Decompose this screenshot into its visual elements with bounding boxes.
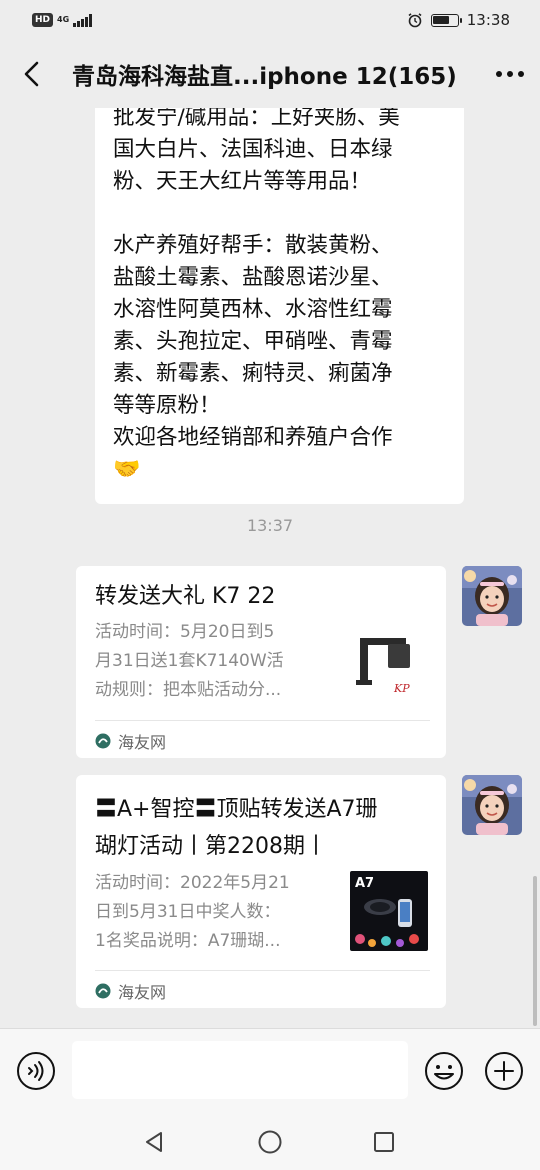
message-list[interactable]: 批发宁/碱用品：上好夹肠、美 国大白片、法国科迪、日本绿 粉、天王大红片等等用品… bbox=[0, 108, 540, 1028]
card-title-line: 瑚灯活动丨第2208期丨 bbox=[95, 834, 327, 859]
card-title: 转发送大礼 K7 22 bbox=[95, 578, 426, 615]
sender-avatar[interactable] bbox=[462, 775, 522, 835]
system-navigation-bar bbox=[0, 1112, 540, 1170]
message-line: 素、头孢拉定、甲硝唑、青霉 bbox=[113, 329, 393, 354]
status-bar: HD 4G 13:38 bbox=[0, 0, 540, 40]
text-message-bubble[interactable]: 批发宁/碱用品：上好夹肠、美 国大白片、法国科迪、日本绿 粉、天王大红片等等用品… bbox=[95, 108, 464, 504]
back-button[interactable] bbox=[0, 40, 64, 108]
message-line: 等等原粉！ bbox=[113, 393, 221, 418]
card-desc-line: 月31日送1套K7140W活 bbox=[95, 651, 284, 671]
card-divider bbox=[95, 970, 430, 971]
lamp-product-image: KP bbox=[350, 626, 428, 704]
system-home-button[interactable] bbox=[256, 1128, 284, 1156]
sender-avatar[interactable] bbox=[462, 566, 522, 626]
message-line: 粉、天王大红片等等用品！ bbox=[113, 169, 372, 194]
voice-icon bbox=[17, 1052, 55, 1090]
battery-icon bbox=[430, 13, 462, 27]
chat-header: 青岛海科海盐直...iphone 12(165) bbox=[0, 40, 540, 108]
alarm-icon bbox=[408, 13, 422, 28]
more-dots-icon bbox=[496, 71, 524, 77]
back-triangle-icon bbox=[146, 1132, 162, 1152]
status-time: 13:38 bbox=[466, 11, 510, 29]
avatar-image bbox=[462, 566, 522, 626]
card-description: 活动时间：5月20日到5 月31日送1套K7140W活 动规则：把本贴活动分..… bbox=[95, 618, 331, 705]
card-source-name: 海友网 bbox=[118, 983, 167, 1002]
link-card[interactable]: 〓A+智控〓顶贴转发送A7珊 瑚灯活动丨第2208期丨 活动时间：2022年5月… bbox=[76, 775, 446, 1008]
chat-title: 青岛海科海盐直...iphone 12(165) bbox=[72, 64, 457, 90]
card-source: 海友网 bbox=[95, 726, 166, 756]
status-left: HD 4G bbox=[32, 13, 92, 27]
avatar-image bbox=[462, 775, 522, 835]
link-card[interactable]: 转发送大礼 K7 22 活动时间：5月20日到5 月31日送1套K7140W活 … bbox=[76, 566, 446, 758]
home-circle-icon bbox=[258, 1130, 282, 1154]
card-desc-line: 活动时间：5月20日到5 bbox=[95, 622, 275, 642]
scrollbar[interactable] bbox=[533, 876, 537, 1026]
plus-button[interactable] bbox=[484, 1051, 524, 1091]
card-thumbnail: A7 bbox=[350, 871, 428, 951]
card-desc-line: 活动时间：2022年5月21 bbox=[95, 873, 290, 893]
card-title-line: 转发送大礼 K7 22 bbox=[95, 584, 276, 609]
status-right: 13:38 bbox=[407, 11, 510, 29]
card-divider bbox=[95, 720, 430, 721]
message-line: 盐酸土霉素、盐酸恩诺沙星、 bbox=[113, 265, 393, 290]
card-source-name: 海友网 bbox=[118, 733, 167, 752]
message-line: 素、新霉素、痢特灵、痢菌净 bbox=[113, 361, 393, 386]
hd-icon: HD bbox=[32, 13, 54, 27]
coral-lamp-product-image: A7 bbox=[350, 871, 428, 951]
recents-square-icon bbox=[374, 1132, 394, 1152]
message-line: 国大白片、法国科迪、日本绿 bbox=[113, 137, 393, 162]
timestamp-label: 13:37 bbox=[246, 516, 294, 535]
handshake-emoji-icon: 🤝 bbox=[113, 457, 141, 482]
system-recents-button[interactable] bbox=[370, 1128, 398, 1156]
thumb-product-text: A7 bbox=[355, 876, 374, 891]
message-line: 水溶性阿莫西林、水溶性红霉 bbox=[113, 297, 393, 322]
source-logo-icon bbox=[95, 733, 111, 749]
system-back-button[interactable] bbox=[141, 1128, 169, 1156]
input-bar bbox=[0, 1028, 540, 1112]
message-line: 欢迎各地经销部和养殖户合作 bbox=[113, 425, 393, 450]
chevron-left-icon bbox=[24, 61, 39, 87]
card-source: 海友网 bbox=[95, 976, 166, 1006]
message-line: 水产养殖好帮手：散装黄粉、 bbox=[113, 233, 393, 258]
card-title-line: 〓A+智控〓顶贴转发送A7珊 bbox=[95, 797, 378, 822]
card-desc-line: 动规则：把本贴活动分... bbox=[95, 680, 282, 700]
card-title: 〓A+智控〓顶贴转发送A7珊 瑚灯活动丨第2208期丨 bbox=[95, 791, 426, 865]
emoji-icon bbox=[425, 1052, 463, 1090]
source-logo-icon bbox=[95, 983, 111, 999]
message-input[interactable] bbox=[72, 1041, 408, 1099]
card-desc-line: 日到5月31日中奖人数： bbox=[95, 902, 281, 922]
more-button[interactable] bbox=[480, 40, 540, 108]
emoji-button[interactable] bbox=[424, 1051, 464, 1091]
plus-icon bbox=[485, 1052, 523, 1090]
signal-icon bbox=[73, 13, 92, 27]
network-label: 4G bbox=[57, 15, 70, 24]
message-line: 批发宁/碱用品：上好夹肠、美 bbox=[113, 108, 400, 130]
voice-button[interactable] bbox=[16, 1051, 56, 1091]
thumb-logo-text: KP bbox=[393, 682, 410, 695]
card-desc-line: 1名奖品说明：A7珊瑚... bbox=[95, 931, 281, 951]
card-thumbnail: KP bbox=[350, 626, 428, 704]
network-type: 4G bbox=[57, 16, 69, 24]
card-description: 活动时间：2022年5月21 日到5月31日中奖人数： 1名奖品说明：A7珊瑚.… bbox=[95, 869, 331, 956]
